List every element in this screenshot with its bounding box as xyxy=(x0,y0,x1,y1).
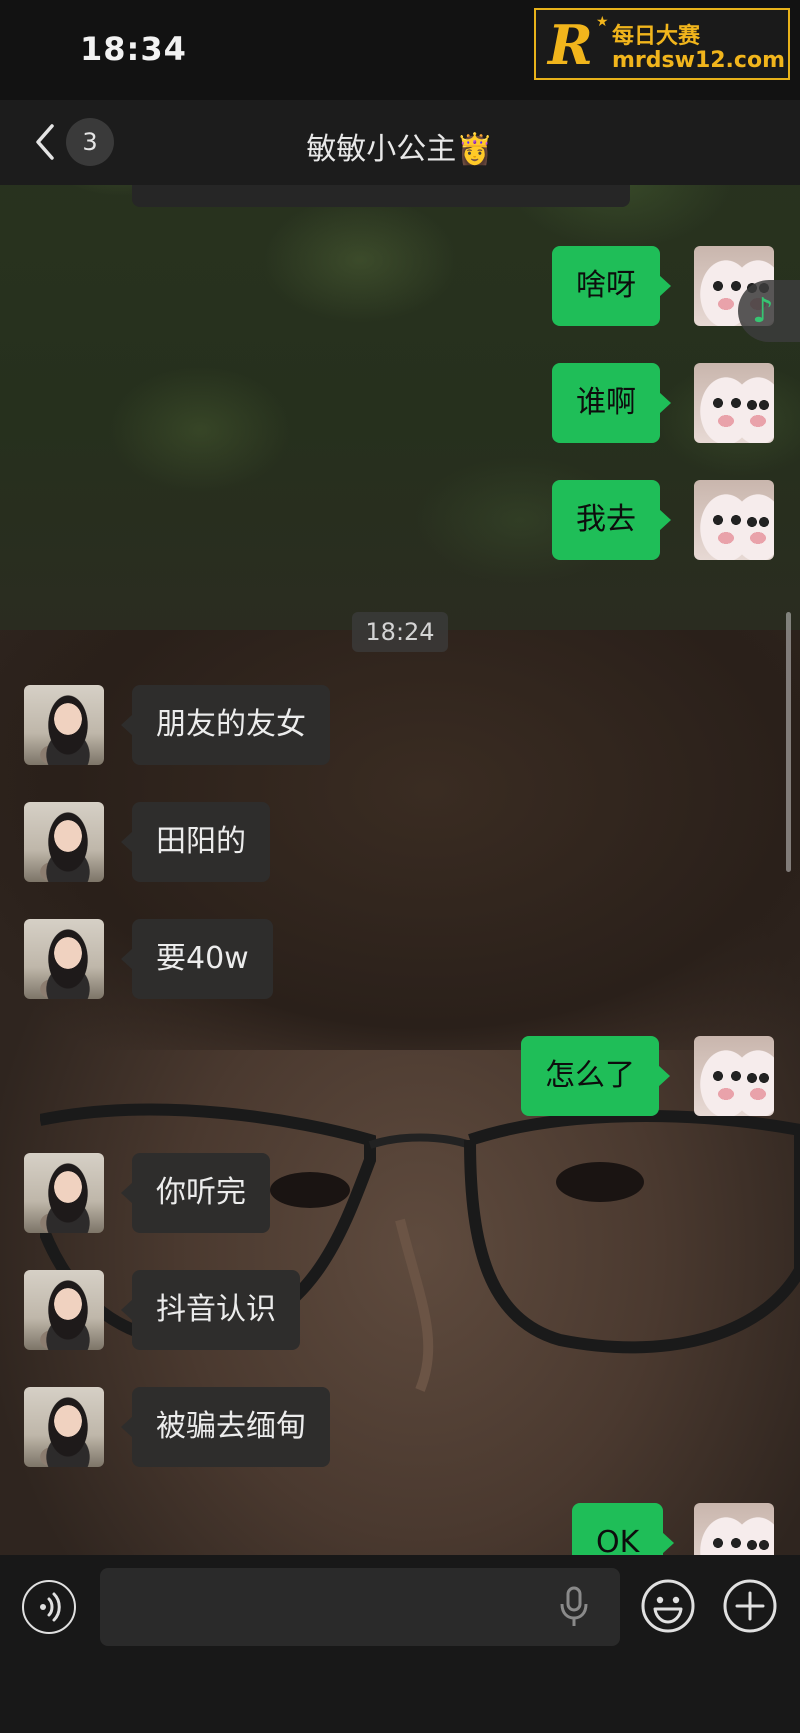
my-avatar[interactable] xyxy=(694,363,774,443)
watermark-title: 每日大赛 xyxy=(612,24,701,49)
contact-avatar[interactable] xyxy=(24,919,104,999)
chat-screen: 18:34 R ★ 每日大赛 mrdsw12.com 3 敏敏小公主👸 啥呀 ♪… xyxy=(0,0,800,1733)
message-bubble-in[interactable]: 要40w xyxy=(121,919,273,999)
message-bubble-out[interactable]: 啥呀 xyxy=(552,246,671,326)
watermark: R ★ 每日大赛 mrdsw12.com xyxy=(534,8,790,80)
message-bubble-in[interactable]: 被骗去缅甸 xyxy=(121,1387,330,1467)
message-bubble-in[interactable]: 抖音认识 xyxy=(121,1270,300,1350)
voice-toggle-button[interactable] xyxy=(22,1580,76,1634)
watermark-url: mrdsw12.com xyxy=(612,48,785,73)
message-bubble-out[interactable]: 谁啊 xyxy=(552,363,671,443)
microphone-icon[interactable] xyxy=(558,1586,590,1628)
contact-avatar[interactable] xyxy=(24,1387,104,1467)
star-icon: ★ xyxy=(596,14,609,30)
contact-avatar[interactable] xyxy=(24,802,104,882)
message-input[interactable] xyxy=(100,1568,620,1646)
message-bubble-out[interactable]: 怎么了 xyxy=(521,1036,670,1116)
music-note-icon[interactable]: ♪ xyxy=(738,280,800,342)
scrollbar[interactable] xyxy=(786,612,791,872)
message-bubble-in[interactable]: 田阳的 xyxy=(121,802,270,882)
plus-icon[interactable] xyxy=(722,1578,778,1634)
message-bubble-in[interactable]: 朋友的友女 xyxy=(121,685,330,765)
watermark-logo: R xyxy=(548,13,593,77)
emoji-icon[interactable] xyxy=(640,1578,696,1634)
wallpaper-glasses xyxy=(40,1103,800,1392)
my-avatar[interactable] xyxy=(694,480,774,560)
status-time: 18:34 xyxy=(80,30,187,68)
voice-icon xyxy=(40,1592,61,1622)
wallpaper-hair xyxy=(0,630,800,1050)
message-bubble-out[interactable]: 我去 xyxy=(552,480,671,560)
my-avatar[interactable] xyxy=(694,1036,774,1116)
previous-message-edge xyxy=(132,185,630,207)
contact-avatar[interactable] xyxy=(24,1153,104,1233)
contact-avatar[interactable] xyxy=(24,685,104,765)
message-timestamp: 18:24 xyxy=(352,612,448,652)
chat-title: 敏敏小公主👸 xyxy=(306,132,494,167)
contact-avatar[interactable] xyxy=(24,1270,104,1350)
message-bubble-in[interactable]: 你听完 xyxy=(121,1153,270,1233)
